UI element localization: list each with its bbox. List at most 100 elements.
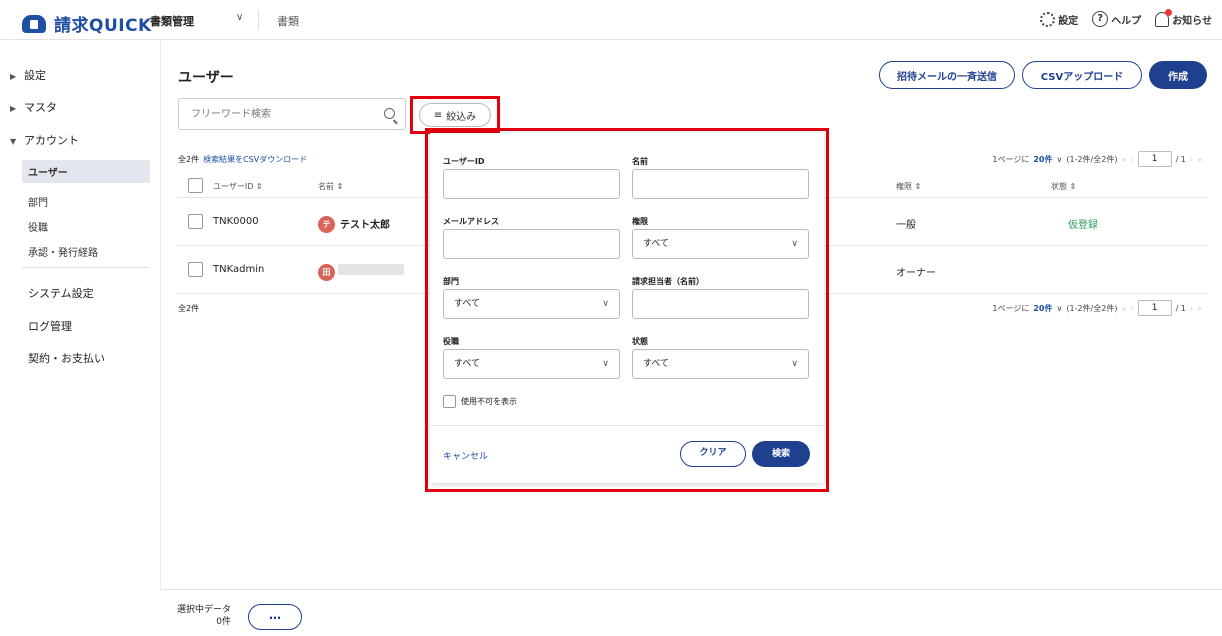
last-page-icon[interactable]: » [1197, 304, 1202, 313]
user-id-field[interactable] [443, 169, 620, 199]
sidebar-divider [22, 267, 148, 268]
department-select[interactable]: すべて ∨ [443, 289, 620, 319]
sidebar-item-approval-routes[interactable]: 承認・発行経路 [22, 240, 150, 263]
col-user-id[interactable]: ユーザーID ⇕ [213, 181, 263, 192]
chevron-down-icon: ∨ [602, 299, 609, 309]
logo-text: 請求QUICK [54, 16, 152, 36]
billing-owner-field[interactable] [632, 289, 809, 319]
prev-page-icon[interactable]: ‹ [1130, 304, 1133, 313]
sidebar-group-account[interactable]: ▼ アカウント [10, 132, 79, 148]
search-button[interactable]: 検索 [752, 441, 810, 467]
next-page-icon[interactable]: › [1190, 155, 1193, 164]
sidebar: ▶ 設定 ▶ マスタ ▼ アカウント ユーザー 部門 役職 承認・発行経路 システム設… [0, 40, 160, 636]
first-page-icon[interactable]: « [1121, 304, 1126, 313]
user-id-label: ユーザーID [443, 157, 485, 166]
selected-label: 選択中データ [177, 605, 232, 615]
page-range: (1-2件/全2件) [1066, 154, 1118, 164]
divider [258, 10, 259, 30]
chevron-down-icon[interactable]: ∨ [236, 12, 243, 23]
per-page-label: 1ページに [992, 303, 1030, 313]
col-name[interactable]: 名前 ⇕ [318, 181, 343, 192]
create-button[interactable]: 作成 [1149, 61, 1207, 89]
show-disabled-checkbox[interactable] [443, 395, 456, 408]
selected-count: 0件 [216, 617, 232, 627]
chevron-down-icon: ∨ [791, 359, 798, 369]
sidebar-group-label: 設定 [24, 69, 46, 82]
cell-name-redacted [338, 264, 404, 275]
help-label: ヘルプ [1111, 15, 1142, 27]
col-status[interactable]: 状態 ⇕ [1051, 181, 1076, 192]
help-button[interactable]: ? ヘルプ [1092, 11, 1141, 27]
page-number-input[interactable]: 1 [1137, 300, 1172, 316]
status-value: すべて [643, 359, 670, 369]
sidebar-item-users[interactable]: ユーザー [22, 160, 150, 183]
total-count: 全2件 [178, 155, 200, 164]
cell-name: テスト太郎 [340, 220, 390, 231]
avatar: 田 [318, 264, 335, 281]
sidebar-item-log-management[interactable]: ログ管理 [28, 318, 72, 334]
sidebar-group-settings[interactable]: ▶ 設定 [10, 67, 46, 83]
gear-icon [1040, 11, 1056, 27]
status-select[interactable]: すべて ∨ [632, 349, 809, 379]
clear-button[interactable]: クリア [680, 441, 746, 467]
row-checkbox[interactable] [188, 214, 203, 229]
search-input[interactable] [179, 99, 369, 129]
settings-button[interactable]: 設定 [1040, 11, 1078, 27]
app-select[interactable]: 書類管理 [150, 13, 194, 29]
sidebar-group-master[interactable]: ▶ マスタ [10, 99, 57, 115]
row-checkbox[interactable] [188, 262, 203, 277]
chevron-down-icon[interactable]: ∨ [1057, 304, 1063, 313]
panel-divider [430, 425, 824, 426]
first-page-icon[interactable]: « [1121, 155, 1126, 164]
footer-bar: 選択中データ 0件 … [160, 589, 1222, 636]
search-icon[interactable] [384, 108, 395, 119]
cell-user-id: TNK0000 [213, 216, 259, 227]
col-permission[interactable]: 権限 ⇕ [896, 181, 921, 192]
total-pages: / 1 [1175, 154, 1186, 164]
show-disabled-option[interactable]: 使用不可を表示 [443, 395, 517, 408]
last-page-icon[interactable]: » [1197, 155, 1202, 164]
notifications-button[interactable]: お知らせ [1155, 8, 1212, 27]
permission-value: すべて [643, 239, 670, 249]
prev-page-icon[interactable]: ‹ [1130, 155, 1133, 164]
logo[interactable]: 請求QUICK [22, 11, 152, 36]
sidebar-group-label: マスタ [24, 101, 57, 114]
csv-upload-button[interactable]: CSVアップロード [1022, 61, 1142, 89]
filter-panel: ユーザーID 名前 メールアドレス 権限 すべて ∨ 部門 請求担当者（名前） … [430, 133, 824, 483]
help-icon: ? [1092, 11, 1109, 27]
sidebar-item-contract-payment[interactable]: 契約・お支払い [28, 350, 105, 366]
search-box [178, 98, 406, 130]
sidebar-group-label: アカウント [24, 134, 79, 147]
page-range: (1-2件/全2件) [1066, 303, 1118, 313]
page-number-input[interactable]: 1 [1137, 151, 1172, 167]
position-select[interactable]: すべて ∨ [443, 349, 620, 379]
select-all-checkbox[interactable] [188, 178, 203, 193]
email-field[interactable] [443, 229, 620, 259]
cell-user-id: TNKadmin [213, 264, 265, 275]
permission-select[interactable]: すべて ∨ [632, 229, 809, 259]
position-label: 役職 [443, 337, 459, 346]
billing-owner-label: 請求担当者（名前） [632, 277, 704, 286]
sidebar-item-positions[interactable]: 役職 [22, 215, 150, 238]
tab-documents[interactable]: 書類 [277, 13, 299, 29]
caret-right-icon: ▶ [10, 72, 17, 81]
per-page-value[interactable]: 20件 [1033, 303, 1052, 314]
next-page-icon[interactable]: › [1190, 304, 1193, 313]
email-label: メールアドレス [443, 217, 499, 226]
per-page-value[interactable]: 20件 [1033, 154, 1052, 165]
chevron-down-icon: ∨ [791, 239, 798, 249]
status-label: 状態 [632, 337, 648, 346]
cancel-link[interactable]: キャンセル [443, 449, 488, 462]
more-actions-button[interactable]: … [248, 604, 302, 630]
page-title: ユーザー [178, 70, 234, 86]
name-field[interactable] [632, 169, 809, 199]
chevron-down-icon[interactable]: ∨ [1057, 155, 1063, 164]
status-badge: 仮登録 [1068, 220, 1098, 231]
caret-down-icon: ▼ [10, 137, 17, 146]
csv-download-link[interactable]: 検索結果をCSVダウンロード [203, 155, 307, 164]
sidebar-item-system-settings[interactable]: システム設定 [28, 285, 94, 301]
top-right-menu: 設定 ? ヘルプ お知らせ [1040, 8, 1212, 27]
sidebar-item-departments[interactable]: 部門 [22, 190, 150, 213]
invite-mail-button[interactable]: 招待メールの一斉送信 [879, 61, 1015, 89]
bell-icon [1155, 8, 1173, 27]
